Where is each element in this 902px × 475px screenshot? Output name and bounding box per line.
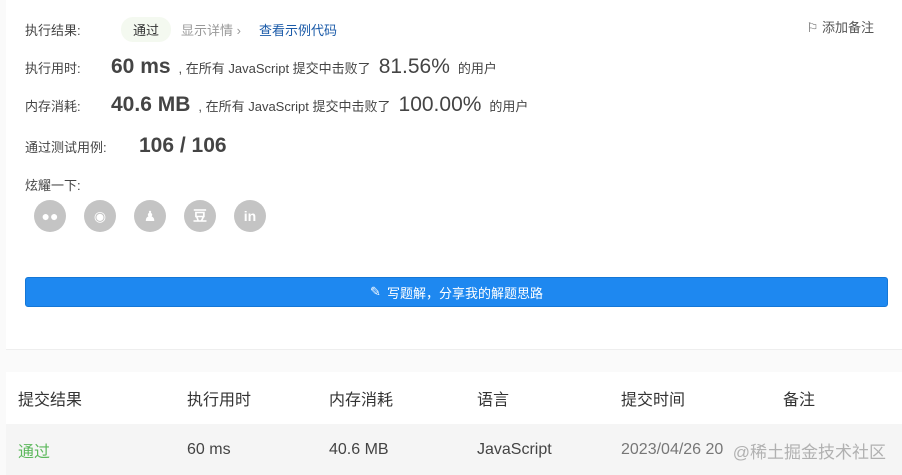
sample-code-link[interactable]: 查看示例代码 <box>259 20 337 39</box>
linkedin-icon[interactable]: in <box>234 200 266 232</box>
runtime-row: 执行用时: 60 ms , 在所有 JavaScript 提交中击败了 81.5… <box>25 55 497 78</box>
douban-icon[interactable]: 豆 <box>184 200 216 232</box>
write-solution-button[interactable]: ✎ 写题解，分享我的解题思路 <box>25 277 888 307</box>
qq-icon[interactable]: ♟ <box>134 200 166 232</box>
show-detail-link[interactable]: 显示详情 › <box>181 20 241 39</box>
status-link[interactable]: 通过 <box>18 438 50 462</box>
result-card: 执行结果: 通过 显示详情 › 查看示例代码 ⚐ 添加备注 执行用时: 60 m… <box>6 0 902 350</box>
share-icons: ●● ◉ ♟ 豆 in <box>34 200 266 232</box>
tests-row: 通过测试用例: 106 / 106 <box>25 134 227 157</box>
share-label: 炫耀一下: <box>25 178 81 193</box>
flag-icon: ⚐ <box>806 20 822 35</box>
status-badge: 通过 <box>121 17 172 42</box>
weibo-icon[interactable]: ◉ <box>84 200 116 232</box>
watermark: @稀土掘金技术社区 <box>732 443 886 462</box>
table-header: 提交结果 执行用时 内存消耗 语言 提交时间 备注 <box>18 392 816 409</box>
add-note-button[interactable]: ⚐ 添加备注 <box>807 17 874 36</box>
wechat-icon[interactable]: ●● <box>34 200 66 232</box>
memory-row: 内存消耗: 40.6 MB , 在所有 JavaScript 提交中击败了 10… <box>25 93 529 116</box>
pencil-icon: ✎ <box>370 284 381 299</box>
result-row: 执行结果: 通过 显示详情 › 查看示例代码 <box>25 17 337 42</box>
